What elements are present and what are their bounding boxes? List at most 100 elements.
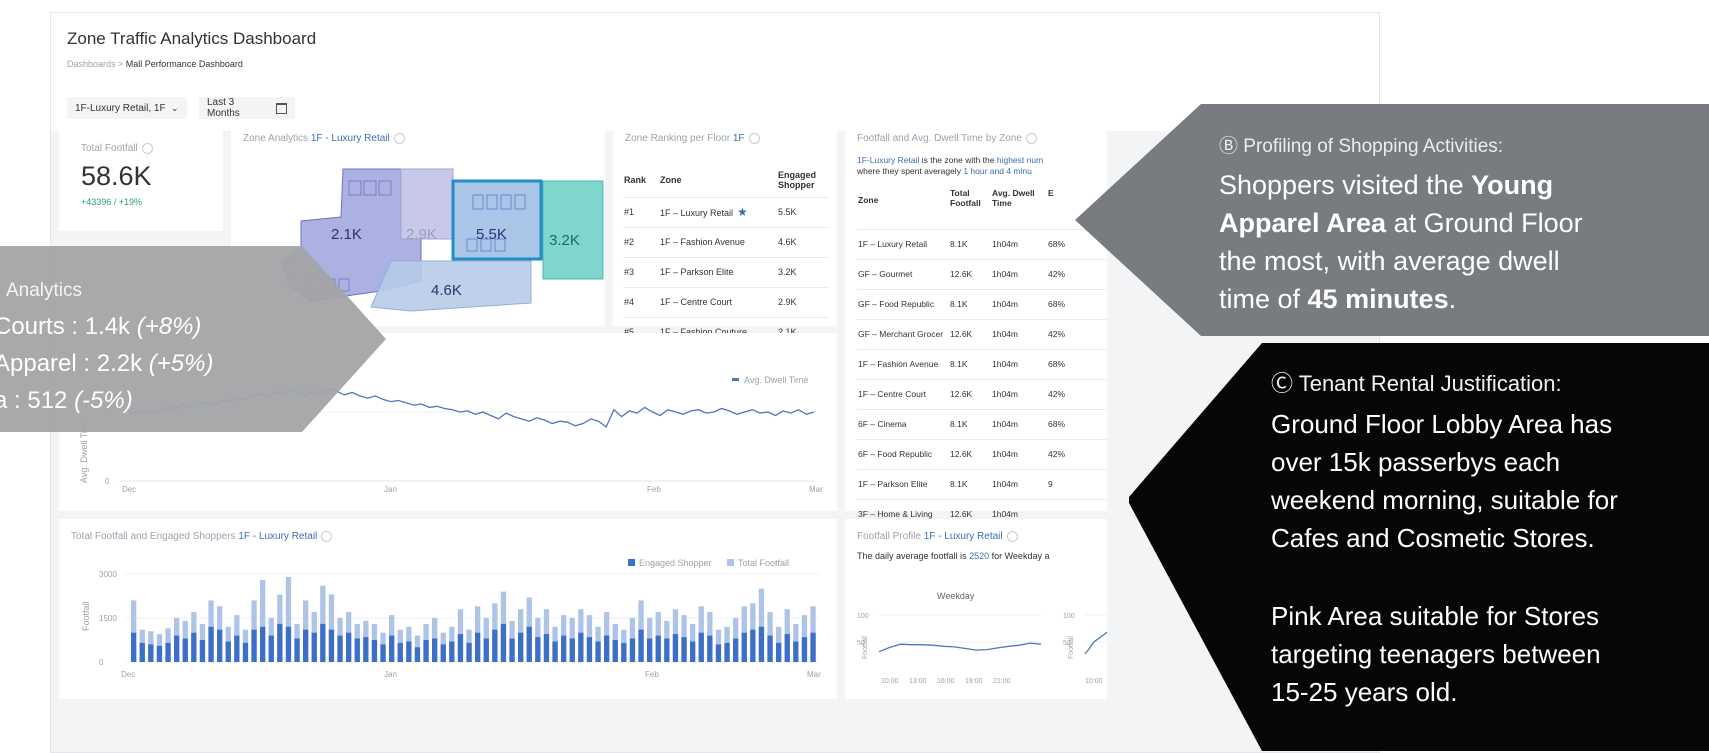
engaged-shopper-bar[interactable] [724,642,730,662]
zone-luxury-retail[interactable] [451,179,543,261]
engaged-shopper-bar[interactable] [208,626,214,662]
engaged-shopper-bar[interactable] [595,641,601,663]
engaged-shopper-bar[interactable] [767,635,773,662]
engaged-shopper-bar[interactable] [242,642,249,662]
table-row[interactable]: 1F – Centre Court 12.6K 1h04m 42% [857,378,1107,409]
engaged-shopper-bar[interactable] [681,637,687,662]
table-row[interactable]: 1F – Luxury Retail 8.1K 1h04m 68% [857,228,1107,259]
engaged-shopper-bar[interactable] [750,629,756,662]
engaged-shopper-bar[interactable] [277,623,283,662]
engaged-shopper-bar[interactable] [199,640,206,662]
engaged-shopper-bar[interactable] [552,641,558,663]
engaged-shopper-bar[interactable] [423,640,429,662]
engaged-shopper-bar[interactable] [629,638,636,663]
engaged-shopper-bar[interactable] [569,638,575,663]
footfall-profile-charts[interactable]: Weekday5010010:00 13:00 16:00 19:00 21:00Foo… [845,519,1107,699]
engaged-shopper-bar[interactable] [303,629,309,662]
engaged-shopper-bar[interactable] [483,638,489,663]
engaged-shopper-bar[interactable] [346,632,352,662]
engaged-shopper-bar[interactable] [672,634,679,662]
info-icon[interactable] [748,133,760,144]
engaged-shopper-bar[interactable] [535,637,541,662]
engaged-shopper-bar[interactable] [655,635,661,662]
engaged-shopper-bar[interactable] [432,638,438,663]
engaged-shopper-bar[interactable] [586,637,593,662]
engaged-shopper-bar[interactable] [440,644,446,662]
engaged-shopper-bar[interactable] [621,642,627,662]
footfall-bar-chart[interactable]: 0 1500 3000 Footfall Dec Jan Feb Mar Engaged Sho… [59,519,837,699]
engaged-shopper-bar[interactable] [285,626,292,662]
engaged-shopper-bar[interactable] [139,642,145,662]
breadcrumb-parent[interactable]: Dashboards [67,59,116,69]
engaged-shopper-bar[interactable] [475,632,481,662]
engaged-shopper-bar[interactable] [414,647,421,662]
engaged-shopper-bar[interactable] [638,629,644,662]
engaged-shopper-bar[interactable] [311,632,317,662]
engaged-shopper-bar[interactable] [131,632,137,662]
engaged-shopper-bar[interactable] [801,637,808,662]
engaged-shopper-bar[interactable] [397,642,403,662]
engaged-shopper-bar[interactable] [225,641,231,663]
engaged-shopper-bar[interactable] [604,635,610,662]
engaged-shopper-bar[interactable] [561,635,567,662]
table-row[interactable]: 1F – Fashion Avenue 8.1K 1h04m 68% [857,348,1107,379]
table-row[interactable]: #4 1F – Centre Court 2.9K [623,286,829,317]
engaged-shopper-bar[interactable] [371,640,378,662]
table-row[interactable]: 1F – Parkson Elite 8.1K 1h04m 9 [857,468,1107,499]
engaged-shopper-bar[interactable] [612,640,618,662]
engaged-shopper-bar[interactable] [294,638,300,663]
table-row[interactable]: #1 1F – Luxury Retail ★ 5.5K [623,196,829,227]
engaged-shopper-bar[interactable] [165,642,171,662]
engaged-shopper-bar[interactable] [647,638,653,663]
engaged-shopper-bar[interactable] [268,635,274,662]
table-row[interactable]: GF – Gourmet 12.6K 1h04m 42% [857,258,1107,289]
table-row[interactable]: 6F – Cinema 8.1K 1h04m 68% [857,408,1107,439]
engaged-shopper-bar[interactable] [526,626,532,662]
legend-label[interactable]: Engaged Shopper [639,558,712,568]
engaged-shopper-bar[interactable] [449,641,455,663]
engaged-shopper-bar[interactable] [776,642,782,662]
engaged-shopper-bar[interactable] [148,644,154,662]
legend-label[interactable]: Avg. Dwell Time [744,375,808,385]
table-row[interactable]: #2 1F – Fashion Avenue 4.6K [623,226,829,257]
engaged-shopper-bar[interactable] [363,637,369,662]
engaged-shopper-bar[interactable] [328,629,335,662]
table-row[interactable]: 6F – Food Republic 12.6K 1h04m 42% [857,438,1107,469]
engaged-shopper-bar[interactable] [260,626,266,662]
engaged-shopper-bar[interactable] [509,638,515,663]
engaged-shopper-bar[interactable] [182,638,188,663]
engaged-shopper-bar[interactable] [320,623,326,662]
engaged-shopper-bar[interactable] [543,634,550,662]
engaged-shopper-bar[interactable] [354,638,360,663]
engaged-shopper-bar[interactable] [406,641,412,663]
engaged-shopper-bar[interactable] [466,642,472,662]
engaged-shopper-bar[interactable] [518,632,524,662]
info-icon[interactable] [141,143,153,154]
engaged-shopper-bar[interactable] [174,635,180,662]
date-range-filter[interactable]: Last 3 Months [199,97,295,119]
engaged-shopper-bar[interactable] [578,632,584,662]
zone-filter-dropdown[interactable]: 1F-Luxury Retail, 1F... ⌄ [67,97,187,119]
engaged-shopper-bar[interactable] [715,644,722,662]
engaged-shopper-bar[interactable] [156,645,163,662]
engaged-shopper-bar[interactable] [389,635,395,662]
engaged-shopper-bar[interactable] [492,629,498,662]
engaged-shopper-bar[interactable] [234,635,240,662]
engaged-shopper-bar[interactable] [664,638,670,663]
table-row[interactable]: #3 1F – Parkson Elite 3.2K [623,256,829,287]
engaged-shopper-bar[interactable] [707,635,713,662]
engaged-shopper-bar[interactable] [380,644,386,662]
info-icon[interactable] [1025,133,1037,144]
engaged-shopper-bar[interactable] [500,623,507,662]
legend-label[interactable]: Total Footfall [738,558,789,568]
engaged-shopper-bar[interactable] [793,641,799,663]
engaged-shopper-bar[interactable] [741,632,747,662]
engaged-shopper-bar[interactable] [690,641,696,663]
engaged-shopper-bar[interactable] [251,629,257,662]
engaged-shopper-bar[interactable] [337,635,343,662]
engaged-shopper-bar[interactable] [191,632,197,662]
engaged-shopper-bar[interactable] [733,638,739,663]
engaged-shopper-bar[interactable] [217,629,223,662]
table-row[interactable]: GF – Merchant Grocer 12.6K 1h04m 42% [857,318,1107,349]
table-row[interactable]: GF – Food Republic 8.1K 1h04m 68% [857,288,1107,319]
